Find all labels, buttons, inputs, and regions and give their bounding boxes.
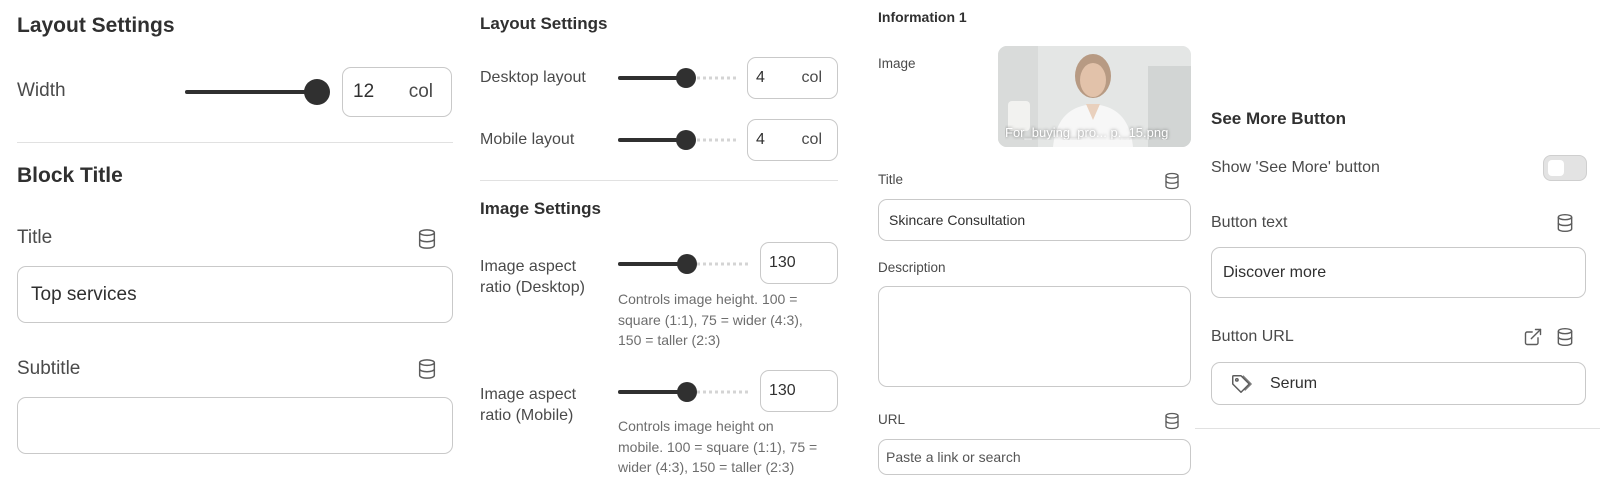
slider-knob[interactable] [304, 79, 330, 105]
image-ratio-desktop-label-line2: ratio (Desktop) [480, 279, 585, 296]
mobile-layout-input[interactable]: 4 col [747, 119, 838, 161]
description-textarea[interactable] [878, 286, 1191, 387]
title-input[interactable]: Top services [17, 266, 453, 323]
image-ratio-desktop-value: 130 [769, 254, 796, 271]
button-text-value: Discover more [1223, 263, 1327, 281]
desktop-layout-slider[interactable] [618, 67, 736, 89]
panel-layout-block-title: Layout Settings Width 12 col Block Title… [17, 0, 453, 500]
image-ratio-mobile-label: Image aspect ratio (Mobile) [480, 384, 576, 426]
url-input[interactable]: Paste a link or search [878, 439, 1191, 475]
divider [1195, 428, 1600, 429]
help-line: Controls image height. 100 = [618, 291, 798, 307]
mobile-layout-unit: col [801, 131, 822, 148]
show-see-more-toggle[interactable] [1543, 155, 1587, 181]
description-label: Description [878, 260, 946, 275]
button-text-input[interactable]: Discover more [1211, 247, 1586, 298]
database-icon[interactable] [1555, 327, 1575, 347]
desktop-layout-value: 4 [756, 69, 765, 86]
image-caption: For_buying_pro... p._15.png [1005, 125, 1169, 140]
see-more-heading: See More Button [1211, 109, 1347, 128]
image-settings-heading: Image Settings [480, 199, 601, 218]
width-slider[interactable] [185, 79, 330, 105]
help-line: square (1:1), 75 = wider (4:3), [618, 311, 803, 328]
info-title-input[interactable]: Skincare Consultation [878, 199, 1191, 241]
tag-icon [1230, 373, 1252, 395]
desktop-layout-label: Desktop layout [480, 69, 586, 86]
desktop-layout-unit: col [801, 69, 822, 86]
layout-settings-heading: Layout Settings [17, 14, 175, 37]
database-icon[interactable] [1555, 213, 1575, 233]
database-icon[interactable] [416, 228, 438, 250]
info-title-value: Skincare Consultation [889, 212, 1026, 228]
mobile-layout-value: 4 [756, 131, 765, 148]
subtitle-input[interactable] [17, 397, 453, 454]
url-placeholder: Paste a link or search [886, 449, 1021, 465]
image-ratio-mobile-label-line1: Image aspect [480, 386, 577, 403]
desktop-layout-input[interactable]: 4 col [747, 57, 838, 99]
image-ratio-mobile-input[interactable]: 130 [760, 370, 838, 412]
show-see-more-label: Show 'See More' button [1211, 159, 1380, 176]
image-ratio-desktop-slider[interactable] [618, 253, 748, 275]
image-ratio-desktop-input[interactable]: 130 [760, 242, 838, 284]
information-heading: Information 1 [878, 9, 967, 25]
image-thumbnail[interactable]: For_buying_pro... p._15.png [998, 46, 1191, 147]
mobile-layout-label: Mobile layout [480, 131, 575, 148]
info-title-label: Title [878, 172, 904, 187]
slider-knob[interactable] [677, 382, 697, 402]
button-url-input[interactable]: Serum [1211, 362, 1586, 405]
title-input-value: Top services [31, 283, 137, 305]
toggle-knob [1548, 160, 1564, 176]
button-text-label: Button text [1211, 214, 1288, 231]
help-line: Controls image height on [618, 418, 774, 434]
external-link-icon[interactable] [1523, 327, 1543, 347]
button-url-value: Serum [1270, 374, 1318, 392]
database-icon[interactable] [1163, 172, 1181, 190]
image-ratio-mobile-value: 130 [769, 382, 796, 399]
image-ratio-desktop-label-line1: Image aspect [480, 258, 577, 275]
divider [480, 180, 838, 181]
subtitle-label: Subtitle [17, 358, 81, 379]
database-icon[interactable] [416, 358, 438, 380]
width-value: 12 [353, 81, 375, 102]
image-ratio-mobile-help: Controls image height on mobile. 100 = s… [618, 416, 817, 478]
help-line: 150 = taller (2:3) [618, 332, 721, 348]
image-ratio-mobile-slider[interactable] [618, 381, 748, 403]
width-input[interactable]: 12 col [342, 67, 452, 117]
width-unit: col [408, 81, 433, 102]
width-label: Width [17, 80, 66, 101]
slider-knob[interactable] [676, 68, 696, 88]
block-title-heading: Block Title [17, 164, 123, 187]
divider [17, 142, 453, 143]
url-label: URL [878, 412, 906, 427]
panel-layout-image-settings: Layout Settings Desktop layout 4 col Mob… [480, 0, 838, 500]
button-url-label: Button URL [1211, 328, 1294, 345]
panel-information: Information 1 Image For_buying_pro... p.… [878, 0, 1191, 500]
image-ratio-mobile-label-line2: ratio (Mobile) [480, 407, 574, 424]
layout-settings-heading-2: Layout Settings [480, 14, 608, 33]
database-icon[interactable] [1163, 412, 1181, 430]
image-ratio-desktop-help: Controls image height. 100 = square (1:1… [618, 289, 803, 351]
slider-knob[interactable] [676, 130, 696, 150]
title-label: Title [17, 227, 53, 248]
mobile-layout-slider[interactable] [618, 129, 736, 151]
panel-see-more-button: See More Button Show 'See More' button B… [1195, 0, 1600, 500]
image-label: Image [878, 56, 916, 71]
help-line: wider (4:3), 150 = taller (2:3) [618, 459, 795, 475]
image-ratio-desktop-label: Image aspect ratio (Desktop) [480, 256, 585, 298]
slider-knob[interactable] [677, 254, 697, 274]
help-line: mobile. 100 = square (1:1), 75 = [618, 438, 818, 455]
